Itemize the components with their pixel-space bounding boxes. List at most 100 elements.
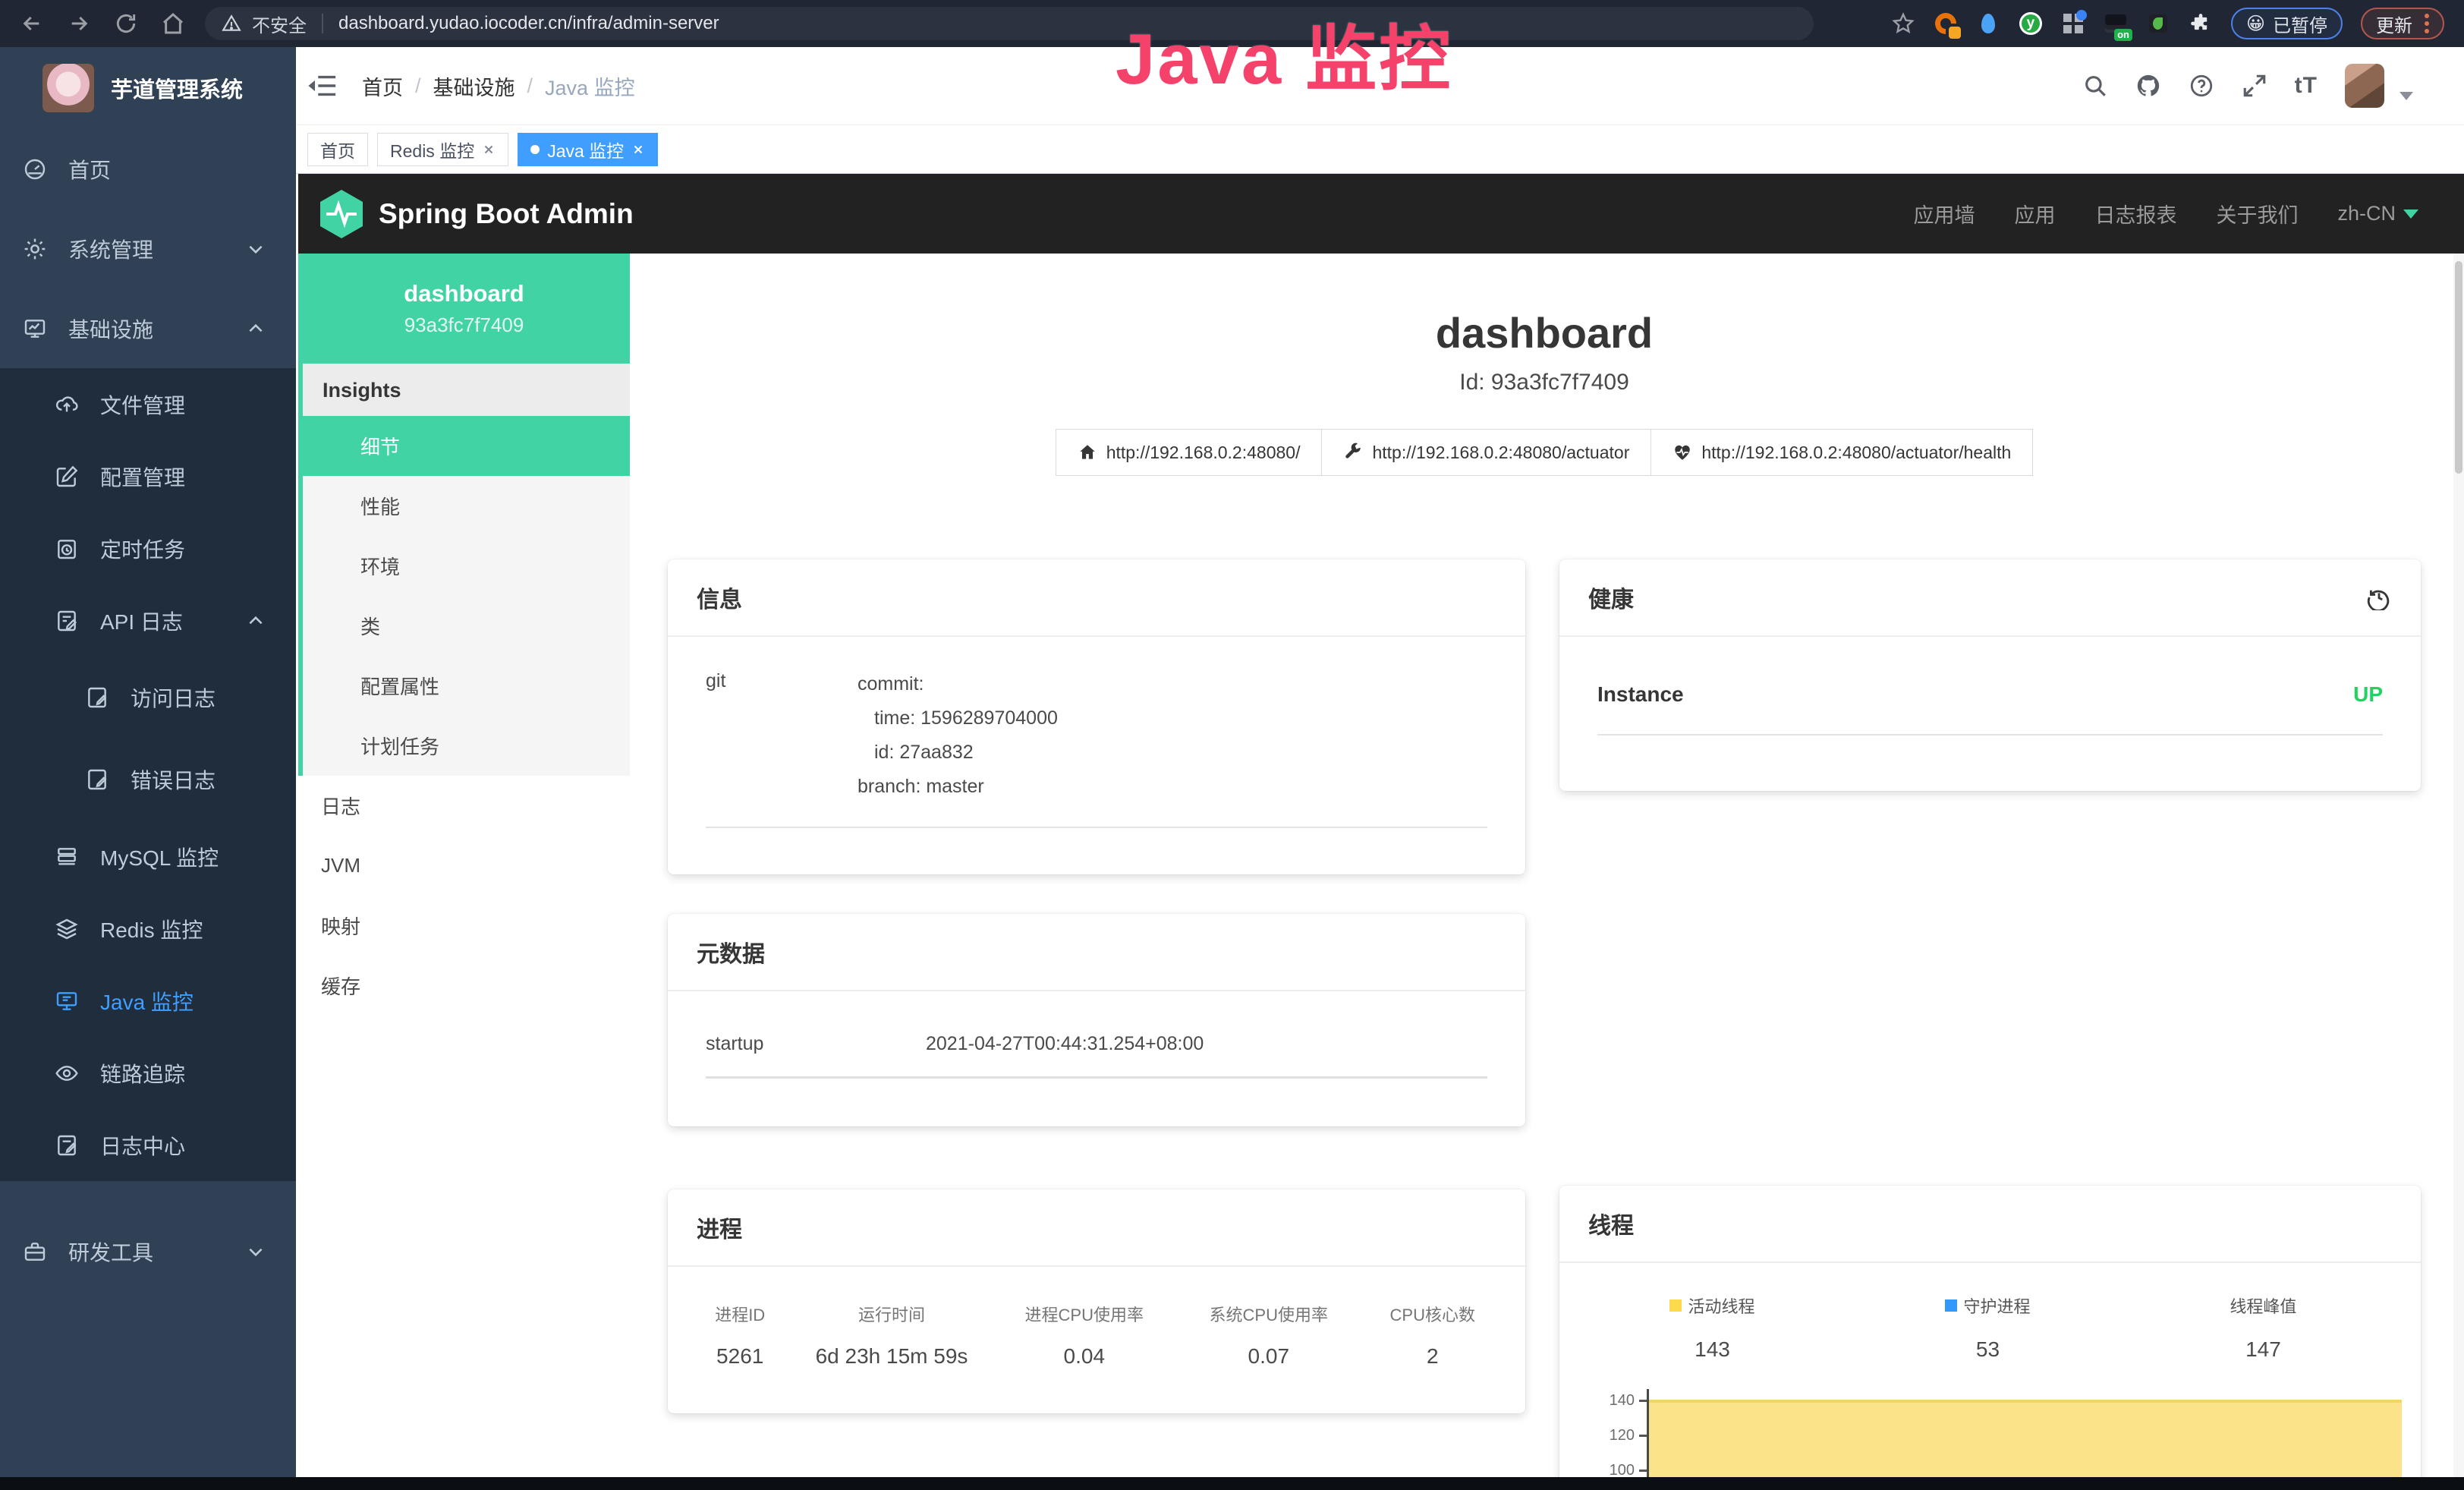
sba-nav-journal[interactable]: 日志报表 [2094, 199, 2176, 228]
health-key: Instance [1597, 682, 1684, 707]
font-size-icon[interactable]: tT [2295, 73, 2318, 99]
sidebar-item-file-management[interactable]: 文件管理 [0, 368, 296, 440]
sidebar-item-mysql-monitor[interactable]: MySQL 监控 [0, 821, 296, 893]
card-info: 信息 git commit: time: 1596289704000 id: 2… [668, 559, 1525, 874]
layers-icon [55, 917, 79, 941]
sba-item-mappings[interactable]: 映射 [298, 896, 630, 956]
home-icon[interactable] [161, 11, 185, 36]
app-logo-row[interactable]: 芋道管理系统 [0, 47, 296, 129]
sidebar-item-api-logs[interactable]: API 日志 [0, 584, 296, 657]
database-icon [55, 845, 79, 869]
tab-home[interactable]: 首页 [307, 133, 368, 166]
metadata-row-startup: startup 2021-04-27T00:44:31.254+08:00 [706, 1033, 1487, 1079]
scrollbar-thumb[interactable] [2455, 261, 2462, 474]
sidebar-item-access-logs[interactable]: 访问日志 [0, 657, 296, 739]
extension-icon-green-y[interactable]: y [2019, 11, 2043, 36]
tab-redis-monitor[interactable]: Redis 监控 [377, 133, 508, 166]
sba-item-config-props[interactable]: 配置属性 [303, 656, 630, 716]
reload-icon[interactable] [114, 11, 138, 36]
fullscreen-icon[interactable] [2242, 73, 2267, 99]
sba-brand-title: Spring Boot Admin [379, 198, 634, 230]
sba-nav-about[interactable]: 关于我们 [2216, 199, 2298, 228]
sidebar-item-tracing[interactable]: 链路追踪 [0, 1037, 296, 1109]
github-icon[interactable] [2135, 73, 2161, 99]
close-icon[interactable] [482, 143, 496, 156]
sidebar-item-home[interactable]: 首页 [0, 129, 296, 209]
sba-item-logs[interactable]: 日志 [298, 776, 630, 836]
back-icon[interactable] [20, 11, 44, 36]
extension-icon-pin[interactable] [1976, 11, 2000, 36]
browser-address-bar[interactable]: 不安全 dashboard.yudao.iocoder.cn/infra/adm… [205, 7, 1814, 40]
extensions-puzzle-icon[interactable] [2189, 11, 2213, 36]
sidebar-item-scheduled-jobs[interactable]: 定时任务 [0, 512, 296, 584]
sidebar-item-dev-tools[interactable]: 研发工具 [0, 1211, 296, 1291]
service-url-button[interactable]: http://192.168.0.2:48080/ [1056, 429, 1323, 476]
doc-edit-icon [55, 1133, 79, 1158]
sidebar-item-system[interactable]: 系统管理 [0, 209, 296, 288]
avatar[interactable] [2345, 64, 2384, 108]
breadcrumb-separator: / [415, 74, 421, 98]
sba-item-environment[interactable]: 环境 [303, 536, 630, 596]
sba-nav: 应用墙 应用 日志报表 关于我们 zh-CN [1913, 199, 2418, 228]
extension-icon-leaf[interactable] [2146, 11, 2170, 36]
search-icon[interactable] [2082, 73, 2108, 99]
actuator-url-button[interactable]: http://192.168.0.2:48080/actuator [1322, 429, 1651, 476]
sidebar-item-redis-monitor[interactable]: Redis 监控 [0, 893, 296, 965]
close-icon[interactable] [631, 143, 645, 156]
breadcrumb-infra[interactable]: 基础设施 [433, 71, 515, 101]
tab-java-monitor[interactable]: Java 监控 [518, 133, 658, 166]
legend-live-threads: 活动线程 143 [1575, 1293, 1850, 1362]
process-col-process-cpu: 进程CPU使用率 0.04 [990, 1302, 1179, 1369]
sidebar-item-label: MySQL 监控 [100, 842, 219, 872]
sidebar-item-error-logs[interactable]: 错误日志 [0, 739, 296, 821]
extension-icon-orange[interactable] [1934, 11, 1958, 36]
card-threads: 线程 活动线程 143 守护进程 [1559, 1186, 2421, 1490]
sba-item-caches[interactable]: 缓存 [298, 956, 630, 1016]
caret-down-icon[interactable] [2399, 92, 2413, 100]
sba-item-jvm[interactable]: JVM [298, 836, 630, 896]
sba-item-details[interactable]: 细节 [303, 416, 630, 476]
sba-brand[interactable]: Spring Boot Admin [319, 190, 634, 238]
card-title: 元数据 [697, 935, 765, 969]
url-text[interactable]: dashboard.yudao.iocoder.cn/infra/admin-s… [338, 13, 719, 34]
sidebar-item-infra[interactable]: 基础设施 [0, 288, 296, 368]
eye-icon [55, 1061, 79, 1085]
breadcrumb-home[interactable]: 首页 [362, 71, 403, 101]
sba-instance-header[interactable]: dashboard 93a3fc7f7409 [298, 254, 630, 364]
sba-nav-applications[interactable]: 应用 [2014, 199, 2055, 228]
security-label[interactable]: 不安全 [252, 11, 307, 37]
process-col-system-cpu: 系统CPU使用率 0.07 [1179, 1302, 1359, 1369]
sba-locale-select[interactable]: zh-CN [2337, 202, 2418, 225]
info-key: git [706, 667, 858, 804]
browser-menu-icon[interactable] [2425, 14, 2429, 33]
extension-icon-dark-on[interactable]: on [2104, 11, 2128, 36]
breadcrumb-separator: / [527, 74, 533, 98]
timer-icon [55, 537, 79, 561]
sba-item-classes[interactable]: 类 [303, 596, 630, 656]
card-metadata: 元数据 startup 2021-04-27T00:44:31.254+08:0… [668, 914, 1525, 1126]
paused-badge[interactable]: 😀 已暂停 [2231, 8, 2343, 39]
sidebar-item-java-monitor[interactable]: Java 监控 [0, 965, 296, 1037]
header-actions: tT [2082, 64, 2413, 108]
sidebar-menu: 首页 系统管理 基础设施 文件管理 [0, 129, 296, 1490]
sba-nav-applications-wall[interactable]: 应用墙 [1913, 199, 1975, 228]
sidebar-item-label: Redis 监控 [100, 914, 203, 944]
card-title: 健康 [1588, 581, 1634, 614]
sba-item-metrics[interactable]: 性能 [303, 476, 630, 536]
extension-icon-grid[interactable] [2061, 11, 2085, 36]
sidebar-item-label: 访问日志 [131, 682, 216, 713]
sidebar-item-log-center[interactable]: 日志中心 [0, 1109, 296, 1181]
sba-item-scheduled-tasks[interactable]: 计划任务 [303, 716, 630, 776]
browser-toolbar-right: y on 😀 已暂停 更新 [1891, 8, 2444, 39]
bookmark-star-icon[interactable] [1891, 11, 1915, 36]
help-icon[interactable] [2189, 73, 2214, 99]
history-icon[interactable] [2366, 584, 2392, 610]
forward-icon[interactable] [67, 11, 91, 36]
health-url-button[interactable]: http://192.168.0.2:48080/actuator/health [1651, 429, 2033, 476]
scrollbar[interactable] [2453, 254, 2464, 1490]
sidebar-item-config-management[interactable]: 配置管理 [0, 440, 296, 512]
sidebar-collapse-icon[interactable] [307, 72, 338, 99]
screen: Java 监控 不安全 dashboard.yudao.iocoder.cn/i… [0, 0, 2464, 1490]
update-button[interactable]: 更新 [2361, 8, 2444, 39]
display-icon [55, 989, 79, 1013]
